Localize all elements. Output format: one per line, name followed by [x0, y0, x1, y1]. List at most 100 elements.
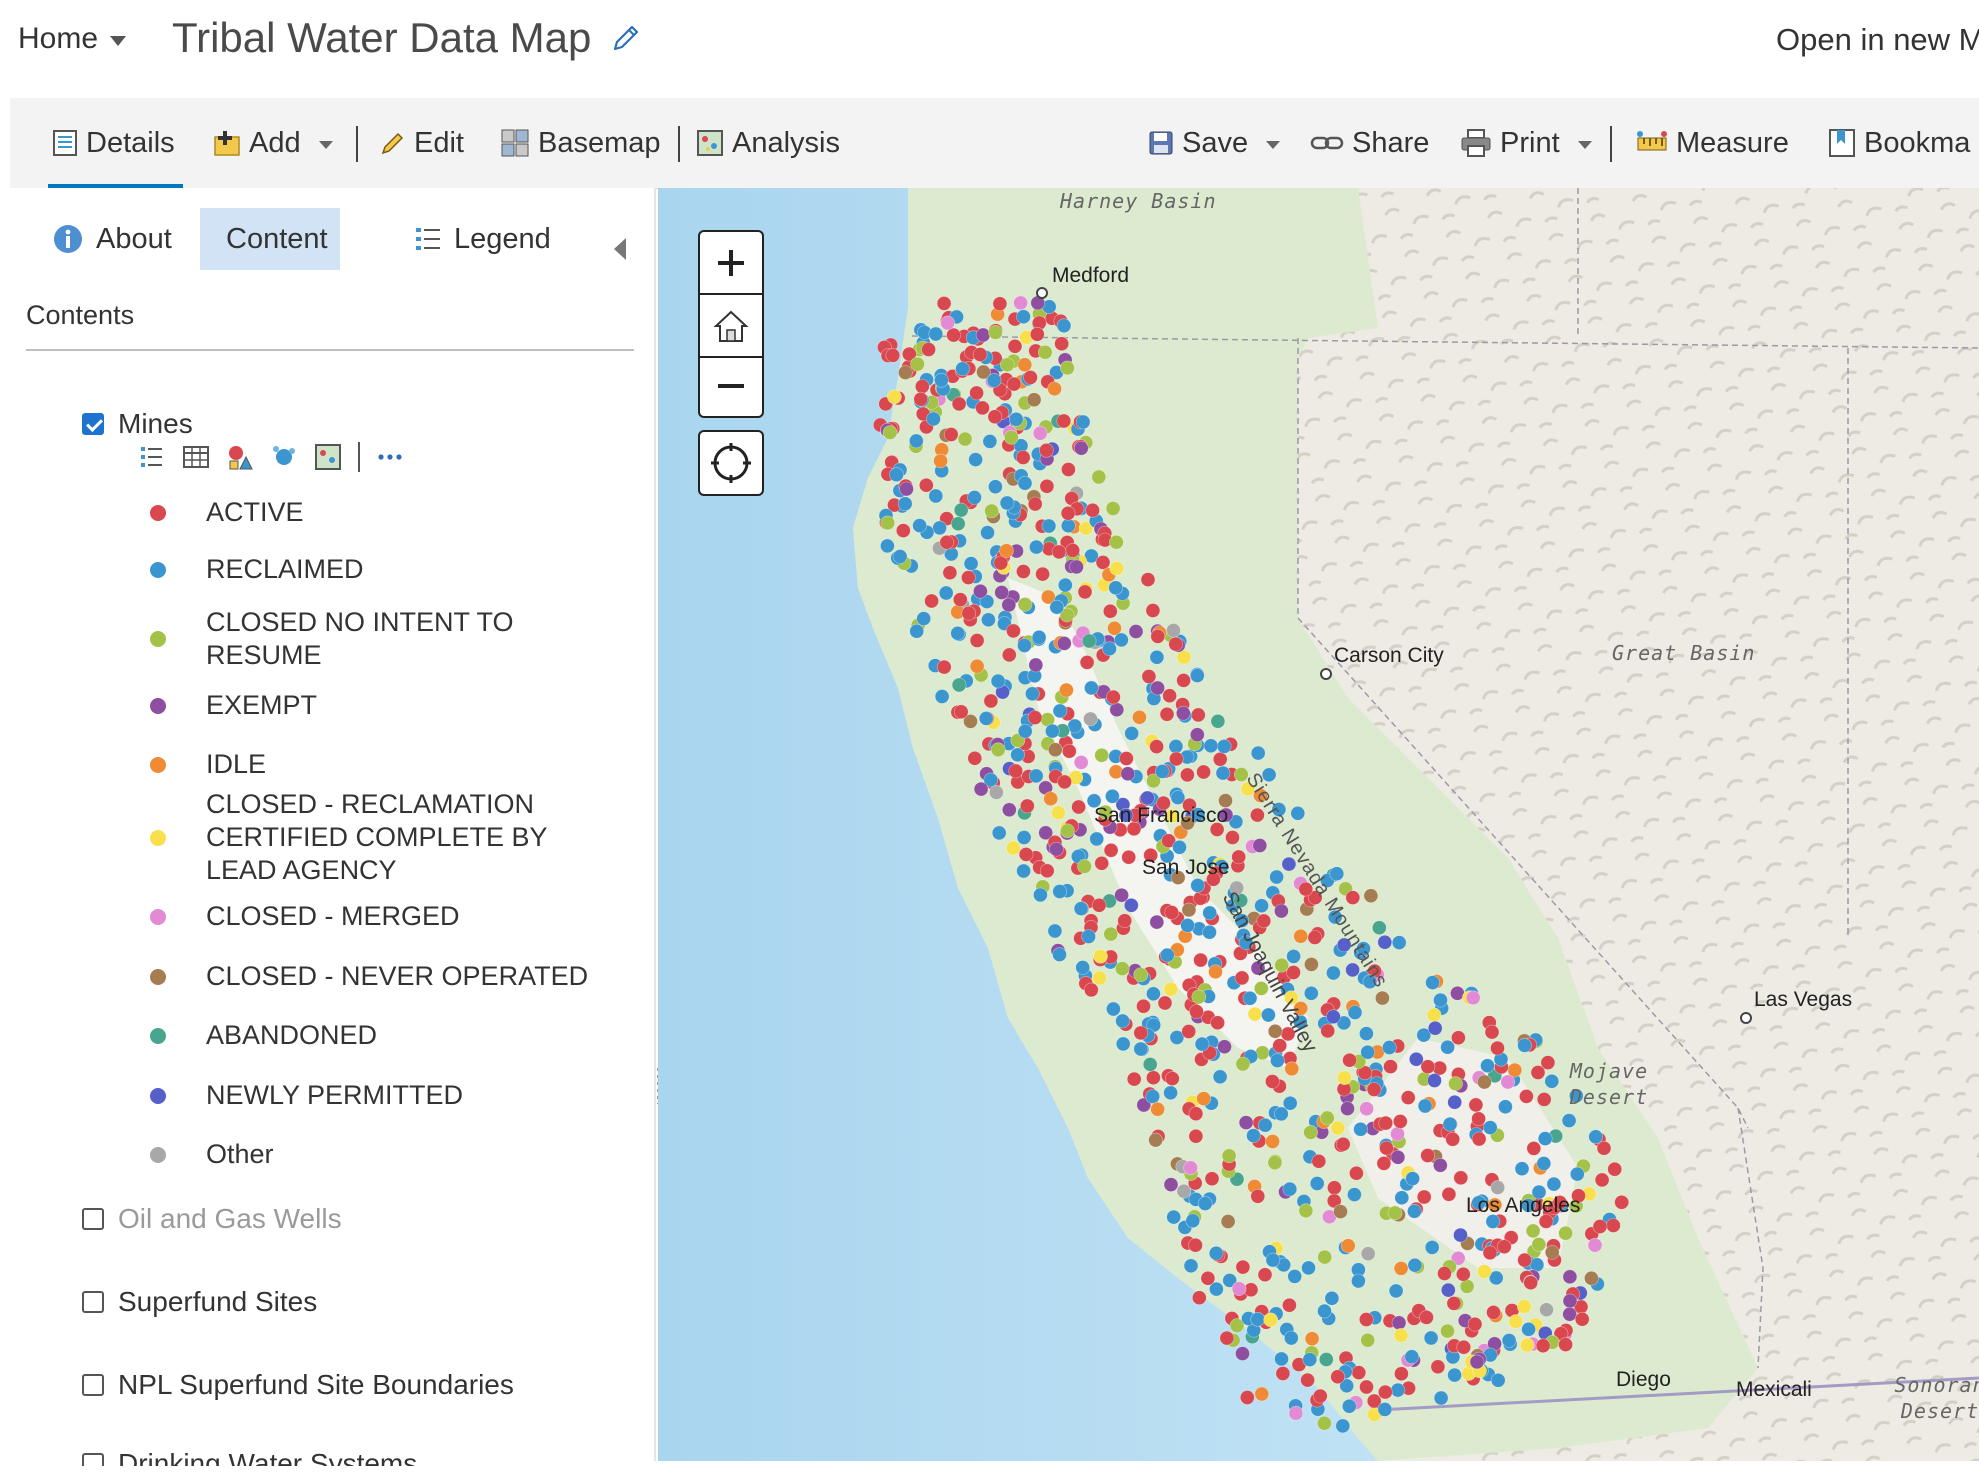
mine-point[interactable] — [957, 431, 973, 447]
mine-point[interactable] — [1284, 1061, 1300, 1077]
mine-point[interactable] — [1039, 442, 1054, 458]
details-button[interactable]: Details — [48, 98, 183, 188]
mine-point[interactable] — [892, 549, 908, 564]
mine-point[interactable] — [1004, 430, 1019, 445]
mine-point[interactable] — [1149, 739, 1164, 754]
mine-point[interactable] — [1607, 1161, 1623, 1177]
mine-point[interactable] — [1117, 913, 1133, 929]
mine-point[interactable] — [1061, 462, 1076, 477]
mine-point[interactable] — [1482, 1120, 1498, 1135]
mine-point[interactable] — [1286, 949, 1301, 964]
mine-point[interactable] — [1054, 336, 1069, 351]
mine-point[interactable] — [1546, 1176, 1562, 1192]
mine-point[interactable] — [1140, 790, 1155, 806]
mine-point[interactable] — [1146, 1070, 1161, 1086]
layer-visibility-checkbox[interactable] — [82, 413, 104, 435]
mine-point[interactable] — [1043, 791, 1059, 807]
mine-point[interactable] — [1033, 887, 1048, 903]
mine-point[interactable] — [1027, 710, 1043, 725]
mine-point[interactable] — [1303, 1125, 1318, 1140]
mine-point[interactable] — [980, 525, 995, 540]
mine-point[interactable] — [1084, 680, 1099, 696]
mine-point[interactable] — [1001, 802, 1017, 818]
mine-point[interactable] — [1204, 1171, 1220, 1187]
mine-point[interactable] — [1257, 1117, 1273, 1133]
mine-point[interactable] — [950, 625, 966, 641]
mine-point[interactable] — [1614, 1194, 1629, 1210]
mine-point[interactable] — [969, 658, 985, 674]
mine-point[interactable] — [975, 327, 991, 343]
mine-point[interactable] — [1359, 1379, 1374, 1395]
mine-point[interactable] — [981, 612, 996, 628]
mine-point[interactable] — [1189, 668, 1205, 683]
mine-point[interactable] — [978, 711, 994, 726]
open-in-new-map-viewer-link[interactable]: Open in new M — [1776, 22, 1979, 58]
mine-point[interactable] — [1119, 751, 1134, 766]
mine-point[interactable] — [1016, 309, 1031, 324]
mine-point[interactable] — [1235, 1056, 1251, 1072]
mine-point[interactable] — [1347, 1005, 1363, 1020]
mine-point[interactable] — [1052, 947, 1067, 962]
mine-point[interactable] — [1025, 686, 1040, 702]
mine-point[interactable] — [955, 361, 970, 377]
mine-point[interactable] — [1353, 1121, 1368, 1137]
mine-point[interactable] — [1208, 964, 1223, 980]
mine-point[interactable] — [1202, 905, 1218, 921]
mine-point[interactable] — [1235, 1346, 1250, 1361]
mine-point[interactable] — [1272, 1038, 1288, 1053]
mine-point[interactable] — [1188, 1106, 1204, 1122]
mine-point[interactable] — [1335, 1136, 1351, 1152]
mine-point[interactable] — [1335, 1418, 1351, 1434]
mine-point[interactable] — [1083, 711, 1098, 727]
mine-point[interactable] — [1453, 1170, 1469, 1186]
mine-point[interactable] — [1390, 1126, 1405, 1142]
mine-point[interactable] — [1075, 960, 1091, 975]
mine-point[interactable] — [1212, 751, 1228, 767]
mine-point[interactable] — [1536, 1156, 1552, 1171]
mine-point[interactable] — [1606, 1218, 1621, 1233]
mine-point[interactable] — [1517, 1038, 1532, 1053]
mine-point[interactable] — [1183, 1258, 1199, 1274]
mine-point[interactable] — [1114, 961, 1130, 976]
mine-point[interactable] — [1163, 1085, 1178, 1101]
layer-name[interactable]: Superfund Sites — [118, 1286, 317, 1318]
mine-point[interactable] — [1247, 1006, 1263, 1022]
mine-point[interactable] — [1041, 518, 1057, 534]
mine-point[interactable] — [1594, 1172, 1610, 1188]
mine-point[interactable] — [1477, 1264, 1492, 1279]
mine-point[interactable] — [1517, 1252, 1532, 1268]
mine-point[interactable] — [968, 452, 983, 467]
mine-point[interactable] — [1430, 1359, 1446, 1375]
mine-point[interactable] — [953, 502, 969, 518]
mine-point[interactable] — [1293, 928, 1309, 944]
layer-visibility-checkbox[interactable] — [82, 1291, 104, 1313]
mine-point[interactable] — [1519, 1089, 1534, 1104]
mine-point[interactable] — [914, 379, 930, 394]
mine-point[interactable] — [908, 433, 924, 449]
mine-point[interactable] — [880, 538, 895, 554]
mine-point[interactable] — [1051, 544, 1067, 560]
mine-point[interactable] — [994, 585, 1010, 600]
mine-point[interactable] — [1426, 1007, 1442, 1023]
mine-point[interactable] — [1359, 1026, 1374, 1041]
mine-point[interactable] — [1175, 705, 1191, 721]
mine-point[interactable] — [1008, 412, 1024, 427]
mine-point[interactable] — [1467, 1316, 1483, 1332]
mine-point[interactable] — [1039, 478, 1055, 494]
mine-point[interactable] — [1500, 1074, 1516, 1090]
mine-point[interactable] — [1145, 603, 1161, 618]
mine-point[interactable] — [910, 356, 925, 372]
mine-point[interactable] — [1197, 1196, 1213, 1211]
mine-point[interactable] — [1275, 1366, 1291, 1381]
mine-point[interactable] — [1558, 1337, 1573, 1352]
default-extent-button[interactable] — [700, 293, 762, 358]
mine-point[interactable] — [1231, 1281, 1247, 1296]
mine-point[interactable] — [932, 520, 947, 536]
mine-point[interactable] — [1536, 1092, 1552, 1107]
mine-point[interactable] — [1326, 965, 1341, 981]
mine-point[interactable] — [1298, 1203, 1314, 1219]
mine-point[interactable] — [1027, 496, 1043, 512]
mine-point[interactable] — [1327, 1180, 1342, 1196]
mine-point[interactable] — [1319, 1110, 1335, 1126]
mine-point[interactable] — [1424, 1240, 1440, 1255]
